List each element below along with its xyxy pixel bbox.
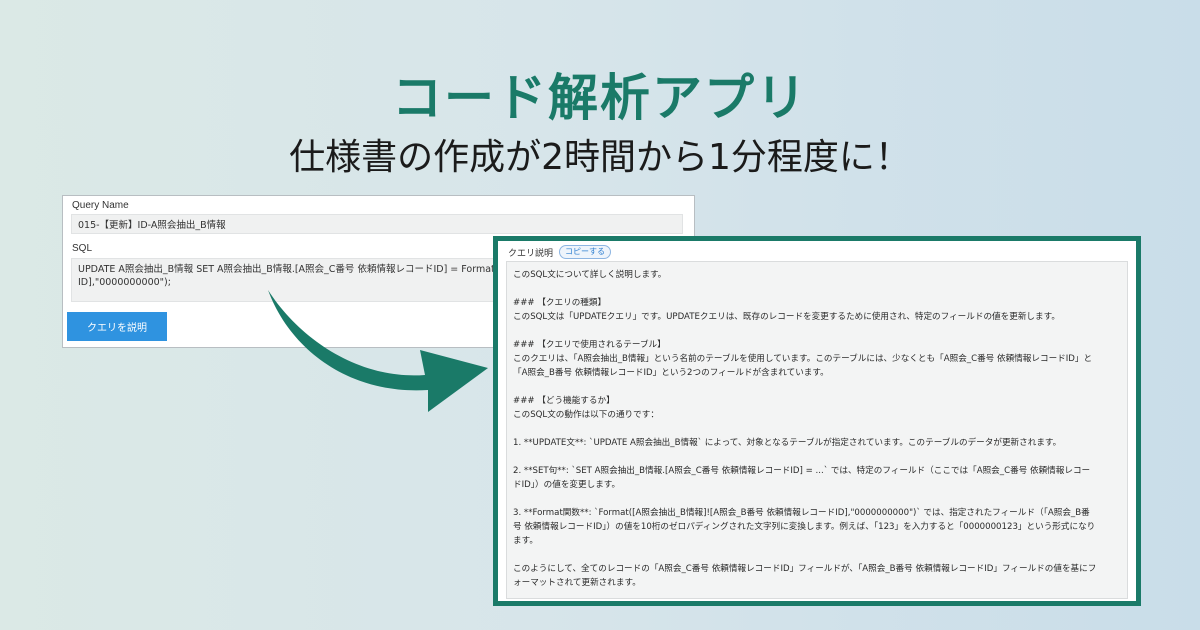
explanation-paragraph: ### 【クエリで使用されるテーブル】 このクエリは、「A照会抽出_B情報」とい… [513,340,1093,378]
explanation-paragraph: このSQL文について詳しく説明します。 [513,270,667,280]
explanation-paragraph: ### 【どう機能するか】 このSQL文の動作は以下の通りです： [513,396,659,420]
explanation-paragraph: ### 【クエリの種類】 このSQL文は「UPDATEクエリ」です。UPDATE… [513,298,1060,322]
explanation-title: クエリ説明 [508,248,554,259]
explanation-paragraph: このようにして、全てのレコードの「A照会_C番号 依頼情報レコードID」フィール… [513,564,1097,588]
explanation-paragraph: 1. **UPDATE文**: `UPDATE A照会抽出_B情報` によって、… [513,438,1062,448]
copy-button[interactable]: コピーする [559,245,612,259]
explanation-header: クエリ説明 コピーする [508,245,612,259]
explanation-panel: クエリ説明 コピーする このSQL文について詳しく説明します。 ### 【クエリの… [493,236,1141,606]
explanation-paragraph: 2. **SET句**: `SET A照会抽出_B情報.[A照会_C番号 依頼情… [513,466,1091,490]
explanation-paragraph: 3. **Format関数**: `Format([A照会抽出_B情報]![A照… [513,508,1096,546]
explanation-text-area[interactable]: このSQL文について詳しく説明します。 ### 【クエリの種類】 このSQL文は「… [506,261,1128,599]
